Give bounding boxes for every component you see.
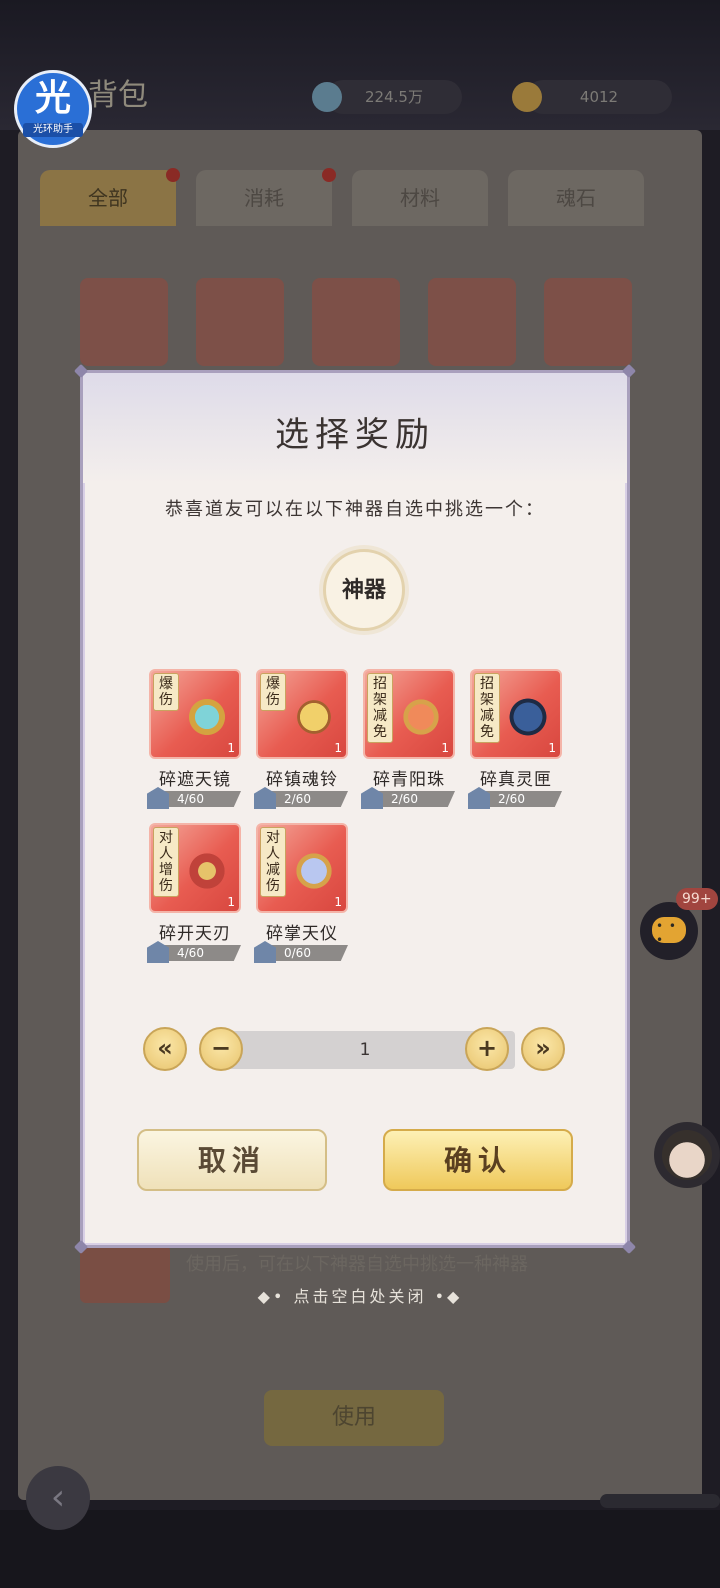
artifact-option[interactable]: 对人减伤 1 碎掌天仪 0/60 [254, 823, 356, 963]
artifact-name: 碎开天刃 [159, 924, 231, 944]
chat-unread-badge: 99+ [676, 888, 718, 910]
artifact-option[interactable]: 爆伤 1 碎遮天镜 4/60 [147, 669, 249, 809]
fragment-icon [254, 787, 276, 809]
inventory-item[interactable] [312, 278, 400, 366]
bottom-bar [0, 1510, 720, 1588]
fragment-icon [254, 941, 276, 963]
avatar [662, 1130, 712, 1180]
artifact-option[interactable]: 招架减免 1 碎青阳珠 2/60 [361, 669, 463, 809]
tab-material[interactable]: 材料 [352, 170, 488, 226]
artifact-tag: 爆伤 [260, 673, 286, 711]
fragment-progress-text: 2/60 [498, 792, 525, 806]
back-arrow-icon[interactable]: ‹ [26, 1466, 90, 1530]
fragment-progress-text: 2/60 [391, 792, 418, 806]
mirror-icon [179, 689, 235, 745]
artifact-option[interactable]: 对人增伤 1 碎开天刃 4/60 [147, 823, 249, 963]
artifact-card[interactable]: 爆伤 1 [256, 669, 348, 759]
artifact-name: 碎青阳珠 [373, 770, 445, 790]
spirit-stone-icon [312, 82, 342, 112]
artifact-count: 1 [441, 741, 449, 755]
orb-icon [286, 843, 342, 899]
artifact-count: 1 [548, 741, 556, 755]
assistant-avatar[interactable] [654, 1122, 720, 1188]
min-quantity-button[interactable]: « [143, 1027, 187, 1071]
notification-dot [166, 168, 180, 182]
artifact-name: 碎掌天仪 [266, 924, 338, 944]
fragment-progress-text: 4/60 [177, 946, 204, 960]
artifact-tag: 对人增伤 [153, 827, 179, 897]
resource-spirit-stone: 224.5万 [312, 80, 462, 114]
box-icon [500, 689, 556, 745]
artifact-count: 1 [227, 741, 235, 755]
artifact-tag: 招架减免 [474, 673, 500, 743]
fragment-icon [468, 787, 490, 809]
background-title: 背包 [88, 78, 148, 113]
reward-select-dialog: 选择奖励 恭喜道友可以在以下神器自选中挑选一个： 神器 爆伤 1 碎遮天镜 4/… [73, 363, 637, 1255]
resource-lightning: 4012 [512, 80, 672, 114]
item-description: 使用后，可在以下神器自选中挑选一种神器 [186, 1254, 528, 1275]
artifact-card[interactable]: 招架减免 1 [470, 669, 562, 759]
artifact-count: 1 [334, 895, 342, 909]
use-button[interactable]: 使用 [264, 1390, 444, 1446]
resource-value: 224.5万 [365, 88, 423, 106]
artifact-option[interactable]: 爆伤 1 碎镇魂铃 2/60 [254, 669, 356, 809]
increase-button[interactable]: + [465, 1027, 509, 1071]
bottom-indicator [600, 1494, 720, 1508]
resource-value: 4012 [579, 88, 619, 106]
tab-consumable[interactable]: 消耗 [196, 170, 332, 226]
app-logo[interactable]: 光 光环助手 [14, 70, 92, 148]
category-badge: 神器 [323, 549, 405, 631]
confirm-button[interactable]: 确认 [383, 1129, 573, 1191]
chat-icon [652, 917, 686, 947]
fragment-progress-text: 4/60 [177, 792, 204, 806]
dialog-subtitle: 恭喜道友可以在以下神器自选中挑选一个： [165, 499, 545, 520]
fragment-progress-text: 2/60 [284, 792, 311, 806]
artifact-count: 1 [227, 895, 235, 909]
artifact-count: 1 [334, 741, 342, 755]
dialog-title: 选择奖励 [275, 415, 435, 455]
artifact-name: 碎真灵匣 [480, 770, 552, 790]
tab-soul-stone[interactable]: 魂石 [508, 170, 644, 226]
decrease-button[interactable]: − [199, 1027, 243, 1071]
artifact-card[interactable]: 对人增伤 1 [149, 823, 241, 913]
notification-dot [322, 168, 336, 182]
bell-icon [286, 689, 342, 745]
inventory-item[interactable] [544, 278, 632, 366]
inventory-item[interactable] [80, 278, 168, 366]
fragment-icon [147, 941, 169, 963]
cancel-button[interactable]: 取消 [137, 1129, 327, 1191]
artifact-option[interactable]: 招架减免 1 碎真灵匣 2/60 [468, 669, 570, 809]
pearl-icon [393, 689, 449, 745]
fragment-icon [147, 787, 169, 809]
artifact-card[interactable]: 招架减免 1 [363, 669, 455, 759]
fragment-icon [361, 787, 383, 809]
artifact-tag: 招架减免 [367, 673, 393, 743]
artifact-name: 碎遮天镜 [159, 770, 231, 790]
artifact-name: 碎镇魂铃 [266, 770, 338, 790]
artifact-card[interactable]: 对人减伤 1 [256, 823, 348, 913]
artifact-tag: 对人减伤 [260, 827, 286, 897]
max-quantity-button[interactable]: » [521, 1027, 565, 1071]
inventory-item[interactable] [196, 278, 284, 366]
app-logo-text: 光环助手 [23, 123, 83, 137]
tab-all[interactable]: 全部 [40, 170, 176, 226]
artifact-tag: 爆伤 [153, 673, 179, 711]
artifact-card[interactable]: 爆伤 1 [149, 669, 241, 759]
app-logo-glyph: 光 [34, 78, 71, 119]
chat-button[interactable] [640, 902, 698, 960]
lightning-icon [512, 82, 542, 112]
inventory-item[interactable] [428, 278, 516, 366]
blade-icon [179, 843, 235, 899]
quantity-stepper: 1 « − + » [143, 1027, 573, 1077]
fragment-progress-text: 0/60 [284, 946, 311, 960]
category-label: 神器 [341, 577, 386, 603]
close-hint[interactable]: ◆• 点击空白处关闭 •◆ [0, 1283, 720, 1307]
